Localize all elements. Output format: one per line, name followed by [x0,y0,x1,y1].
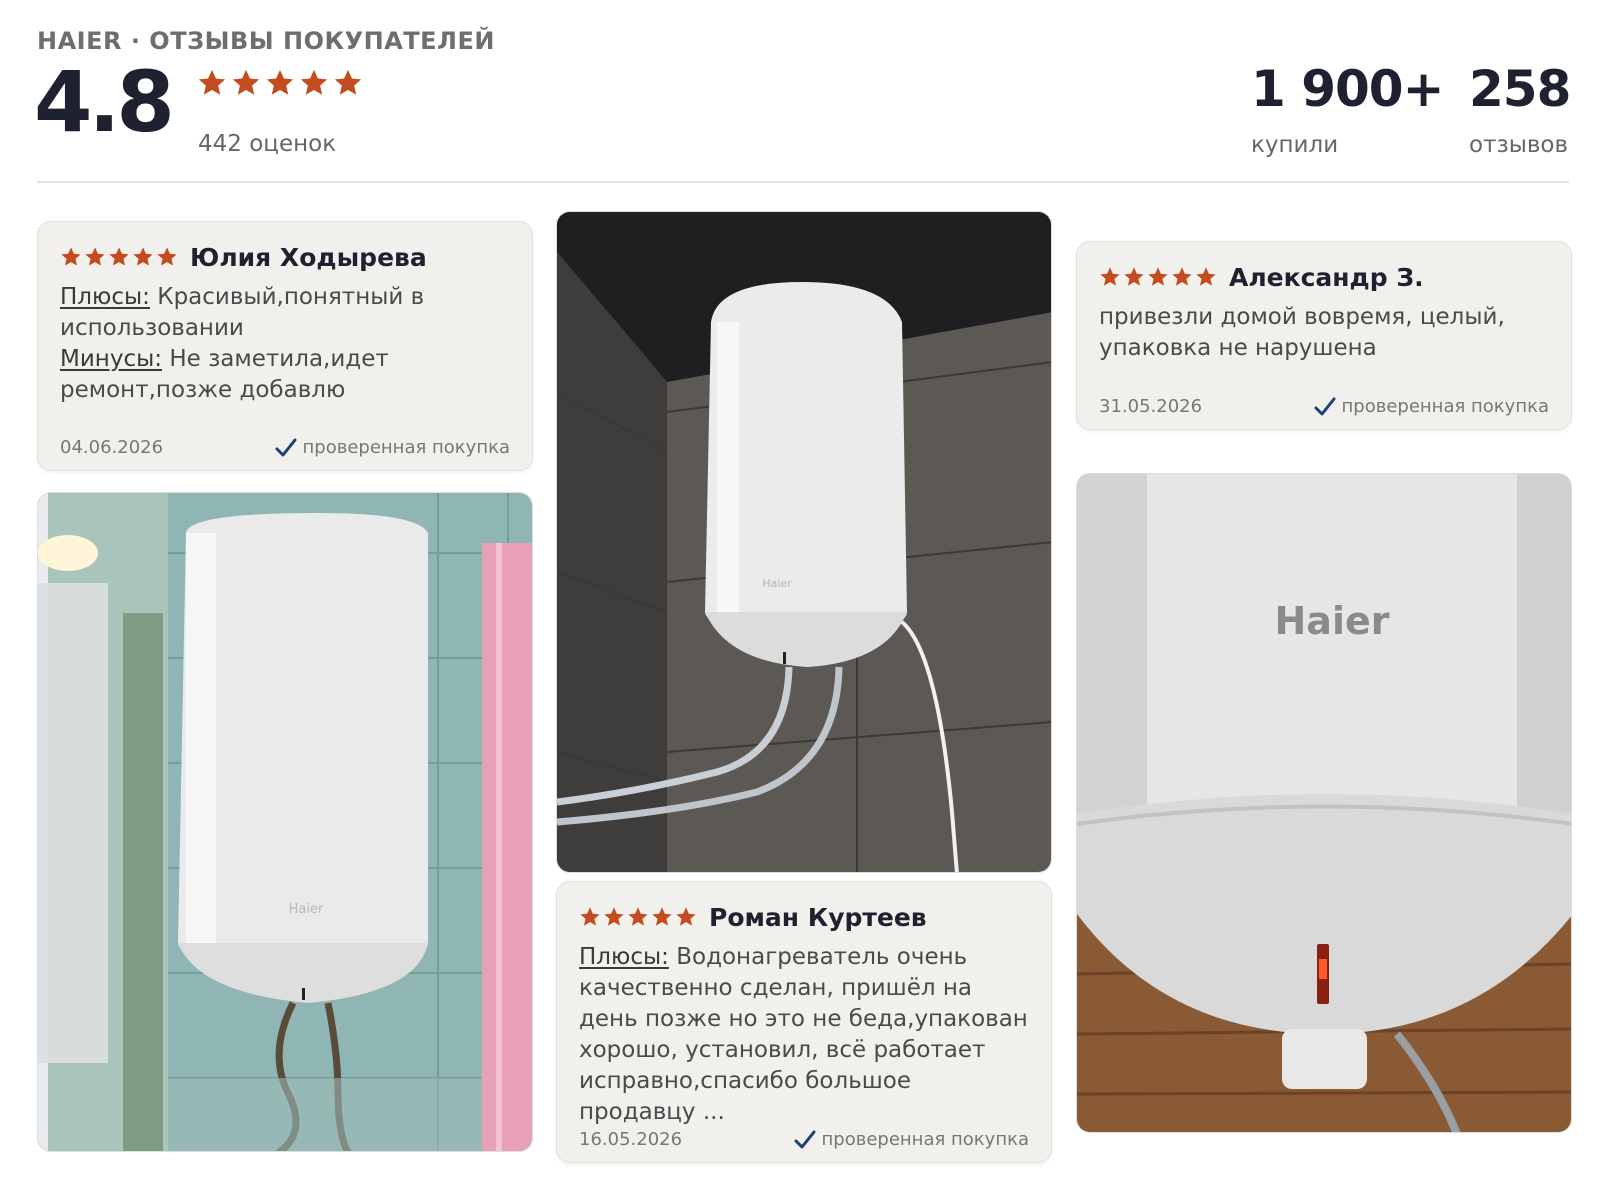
review-author: Юлия Ходырева [190,242,427,272]
verified-badge: проверенная покупка [1314,396,1549,417]
brand-title: HAIER · ОТЗЫВЫ ПОКУПАТЕЛЕЙ [37,27,495,55]
star-icon [232,69,260,95]
pros-label: Плюсы: [579,944,669,970]
review-text: Плюсы: Красивый,понятный в использовании… [60,282,510,406]
water-heater-closeup-photo: Haier [1077,474,1571,1132]
header-divider [37,181,1569,183]
star-icon [1124,267,1144,286]
star-icon [85,247,105,266]
review-text: Плюсы: Водонагреватель очень качественно… [579,942,1029,1128]
star-icon [580,907,600,926]
star-icon [109,247,129,266]
review-photo[interactable]: Haier [556,211,1052,873]
review-author: Роман Куртеев [709,902,927,932]
star-icon [1196,267,1216,286]
review-date: 31.05.2026 [1099,396,1203,417]
verified-badge: проверенная покупка [794,1129,1029,1150]
stat-reviews-value: 258 [1469,60,1571,118]
star-icon [1172,267,1192,286]
star-icon [198,69,226,95]
review-card[interactable]: Александр З. привезли домой вовремя, цел… [1076,241,1572,430]
rating-count: 442 оценок [198,131,337,157]
water-heater-tiles-photo: Haier [557,212,1051,872]
stat-bought: 1 900+ купили [1251,60,1444,158]
star-icon [1148,267,1168,286]
cons-label: Минусы: [60,346,162,372]
star-icon [604,907,624,926]
review-card[interactable]: Юлия Ходырева Плюсы: Красивый,понятный в… [37,221,533,471]
check-icon [1314,397,1336,416]
stat-bought-value: 1 900+ [1251,60,1444,118]
average-rating: 4.8 [34,53,175,151]
review-card[interactable]: Роман Куртеев Плюсы: Водонагреватель оче… [556,881,1052,1163]
pros-label: Плюсы: [60,284,150,310]
star-icon [157,247,177,266]
star-icon [266,69,294,95]
star-icon [61,247,81,266]
water-heater-bathroom-photo: Haier [38,493,532,1151]
review-stars [60,246,178,268]
photo-brand-mark: Haier [1275,599,1390,643]
star-icon [334,69,362,95]
review-date: 16.05.2026 [579,1129,683,1150]
stat-reviews-label: отзывов [1469,132,1569,158]
photo-brand-mark: Haier [289,902,324,917]
photo-brand-mark: Haier [762,577,792,590]
review-photo[interactable]: Haier [37,492,533,1152]
review-text: привезли домой вовремя, целый, упаковка … [1099,304,1505,361]
verified-label: проверенная покупка [821,1129,1029,1150]
reviews-header: HAIER · ОТЗЫВЫ ПОКУПАТЕЛЕЙ 4.8 442 оцено… [34,0,1571,184]
check-icon [794,1130,816,1149]
review-stars [1099,266,1217,288]
review-author: Александр З. [1229,262,1424,292]
pros-text: Водонагреватель очень качественно сделан… [579,944,1028,1125]
star-icon [652,907,672,926]
review-photo[interactable]: Haier [1076,473,1572,1133]
star-icon [300,69,328,95]
review-date: 04.06.2026 [60,437,164,458]
check-icon [275,438,297,457]
star-icon [1100,267,1120,286]
verified-badge: проверенная покупка [275,437,510,458]
rating-stars [197,68,363,98]
star-icon [676,907,696,926]
verified-label: проверенная покупка [1341,396,1549,417]
stat-bought-label: купили [1251,132,1339,158]
star-icon [133,247,153,266]
review-stars [579,906,697,928]
verified-label: проверенная покупка [302,437,510,458]
stat-reviews: 258 отзывов [1469,60,1571,158]
star-icon [628,907,648,926]
